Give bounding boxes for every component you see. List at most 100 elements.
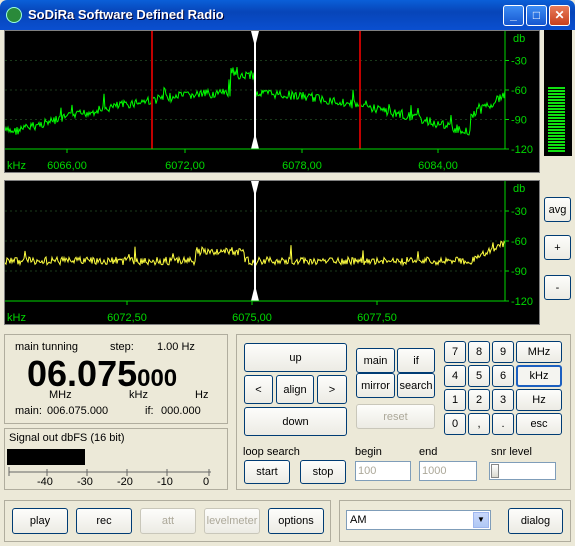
if-freq-label: if: <box>145 405 154 417</box>
zoom-in-button[interactable]: + <box>544 235 571 260</box>
scale-label: -10 <box>157 476 173 488</box>
signal-title: Signal out dbFS (16 bit) <box>9 432 125 444</box>
level-meter-panel <box>544 30 572 156</box>
tuning-cursor <box>251 31 259 149</box>
tuning-title: main tunning <box>15 341 78 353</box>
align-button[interactable]: align <box>276 375 314 404</box>
keypad-key-esc[interactable]: esc <box>516 413 562 435</box>
maximize-button[interactable]: □ <box>526 5 547 26</box>
loop-search-title: loop search <box>243 446 300 458</box>
unit-hz-label: Hz <box>195 389 209 401</box>
tuning-cursor <box>251 181 259 301</box>
right-button[interactable]: > <box>317 375 347 404</box>
keypad-key-6[interactable]: 6 <box>492 365 514 387</box>
x-unit-label: kHz <box>7 312 26 324</box>
scale-label: -20 <box>117 476 133 488</box>
keypad-key-0[interactable]: 0 <box>444 413 466 435</box>
y-tick-label: -60 <box>511 236 527 248</box>
main-freq-label: main: <box>15 405 42 417</box>
keypad-key-hz[interactable]: Hz <box>516 389 562 411</box>
close-button[interactable]: ✕ <box>549 5 570 26</box>
down-button[interactable]: down <box>244 407 347 436</box>
snr-level-slider[interactable] <box>489 462 556 480</box>
signal-level-bar <box>7 449 85 465</box>
levelmeter-button[interactable]: levelmeter <box>204 508 260 534</box>
unit-mhz-label: MHz <box>49 389 72 401</box>
zoom-out-button[interactable]: - <box>544 275 571 300</box>
x-tick-label: 6066,00 <box>47 160 87 172</box>
x-tick-label: 6077,50 <box>357 312 397 324</box>
y-unit-label: db <box>513 183 525 195</box>
options-button[interactable]: options <box>268 508 324 534</box>
keypad-key-mhz[interactable]: MHz <box>516 341 562 363</box>
mirror-button[interactable]: mirror <box>356 373 395 398</box>
stop-button[interactable]: stop <box>300 460 346 484</box>
x-tick-label: 6078,00 <box>282 160 322 172</box>
mode-select[interactable]: AM ▼ <box>346 510 491 530</box>
x-tick-label: 6084,00 <box>418 160 458 172</box>
main-freq-value: 006.075.000 <box>47 405 109 417</box>
spectrum-scope[interactable]: db -30 -60 -90 -120 kHz 6066,00 6072,00 6078,00 6… <box>4 30 540 173</box>
step-label: step: <box>110 341 134 353</box>
search-button[interactable]: search <box>397 373 435 398</box>
signal-panel: Signal out dbFS (16 bit) -40 -30 -20 -10… <box>4 428 228 490</box>
keypad-key-dot[interactable]: . <box>492 413 514 435</box>
keypad-key-9[interactable]: 9 <box>492 341 514 363</box>
zoom-plot: db -30 -60 -90 -120 kHz 6072,50 6075,00 6077,50 <box>5 181 533 324</box>
scale-label: -40 <box>37 476 53 488</box>
keypad-key-2[interactable]: 2 <box>468 389 490 411</box>
slider-thumb[interactable] <box>491 464 499 478</box>
reset-button[interactable]: reset <box>356 404 435 429</box>
minimize-button[interactable]: _ <box>503 5 524 26</box>
left-button[interactable]: < <box>244 375 273 404</box>
x-unit-label: kHz <box>7 160 26 172</box>
y-tick-label: -30 <box>511 56 527 68</box>
unit-khz-label: kHz <box>129 389 148 401</box>
begin-label: begin <box>355 446 382 458</box>
up-button[interactable]: up <box>244 343 347 372</box>
mode-select-value: AM <box>350 514 367 526</box>
end-input[interactable]: 1000 <box>419 461 477 481</box>
spectrum-plot: db -30 -60 -90 -120 kHz 6066,00 6072,00 6078,00 6… <box>5 31 533 172</box>
if-button[interactable]: if <box>397 348 435 373</box>
y-tick-label: -30 <box>511 206 527 218</box>
scale-label: -30 <box>77 476 93 488</box>
y-tick-label: -120 <box>511 144 533 156</box>
x-tick-label: 6075,00 <box>232 312 272 324</box>
keypad-key-1[interactable]: 1 <box>444 389 466 411</box>
begin-input[interactable]: 100 <box>355 461 411 481</box>
keypad-key-7[interactable]: 7 <box>444 341 466 363</box>
start-button[interactable]: start <box>244 460 290 484</box>
y-tick-label: -90 <box>511 266 527 278</box>
app-logo-icon <box>6 7 22 23</box>
level-meter-bar <box>548 87 565 152</box>
window-title: SoDiRa Software Defined Radio <box>28 7 224 22</box>
y-unit-label: db <box>513 33 525 45</box>
chevron-down-icon[interactable]: ▼ <box>473 512 489 528</box>
scale-label: 0 <box>203 476 210 488</box>
snr-level-label: snr level <box>491 446 532 458</box>
tuning-panel: main tunning step: 1.00 Hz 06.075000 MHz… <box>4 334 228 424</box>
if-freq-value: 000.000 <box>161 405 201 417</box>
y-tick-label: -90 <box>511 115 527 127</box>
keypad-key-4[interactable]: 4 <box>444 365 466 387</box>
play-button[interactable]: play <box>12 508 68 534</box>
keypad-key-comma[interactable]: , <box>468 413 490 435</box>
keypad-key-khz[interactable]: kHz <box>516 365 562 387</box>
rec-button[interactable]: rec <box>76 508 132 534</box>
dialog-button[interactable]: dialog <box>508 508 563 534</box>
zoom-scope[interactable]: db -30 -60 -90 -120 kHz 6072,50 6075,00 6077,50 <box>4 180 540 325</box>
keypad-key-5[interactable]: 5 <box>468 365 490 387</box>
att-button[interactable]: att <box>140 508 196 534</box>
end-label: end <box>419 446 438 458</box>
keypad-key-3[interactable]: 3 <box>492 389 514 411</box>
step-value: 1.00 Hz <box>157 341 195 353</box>
avg-button[interactable]: avg <box>544 197 571 222</box>
title-bar: SoDiRa Software Defined Radio _ □ ✕ <box>0 0 575 30</box>
keypad-key-8[interactable]: 8 <box>468 341 490 363</box>
main-button[interactable]: main <box>356 348 395 373</box>
x-tick-label: 6072,00 <box>165 160 205 172</box>
y-tick-label: -60 <box>511 85 527 97</box>
y-tick-label: -120 <box>511 296 533 308</box>
x-tick-label: 6072,50 <box>107 312 147 324</box>
